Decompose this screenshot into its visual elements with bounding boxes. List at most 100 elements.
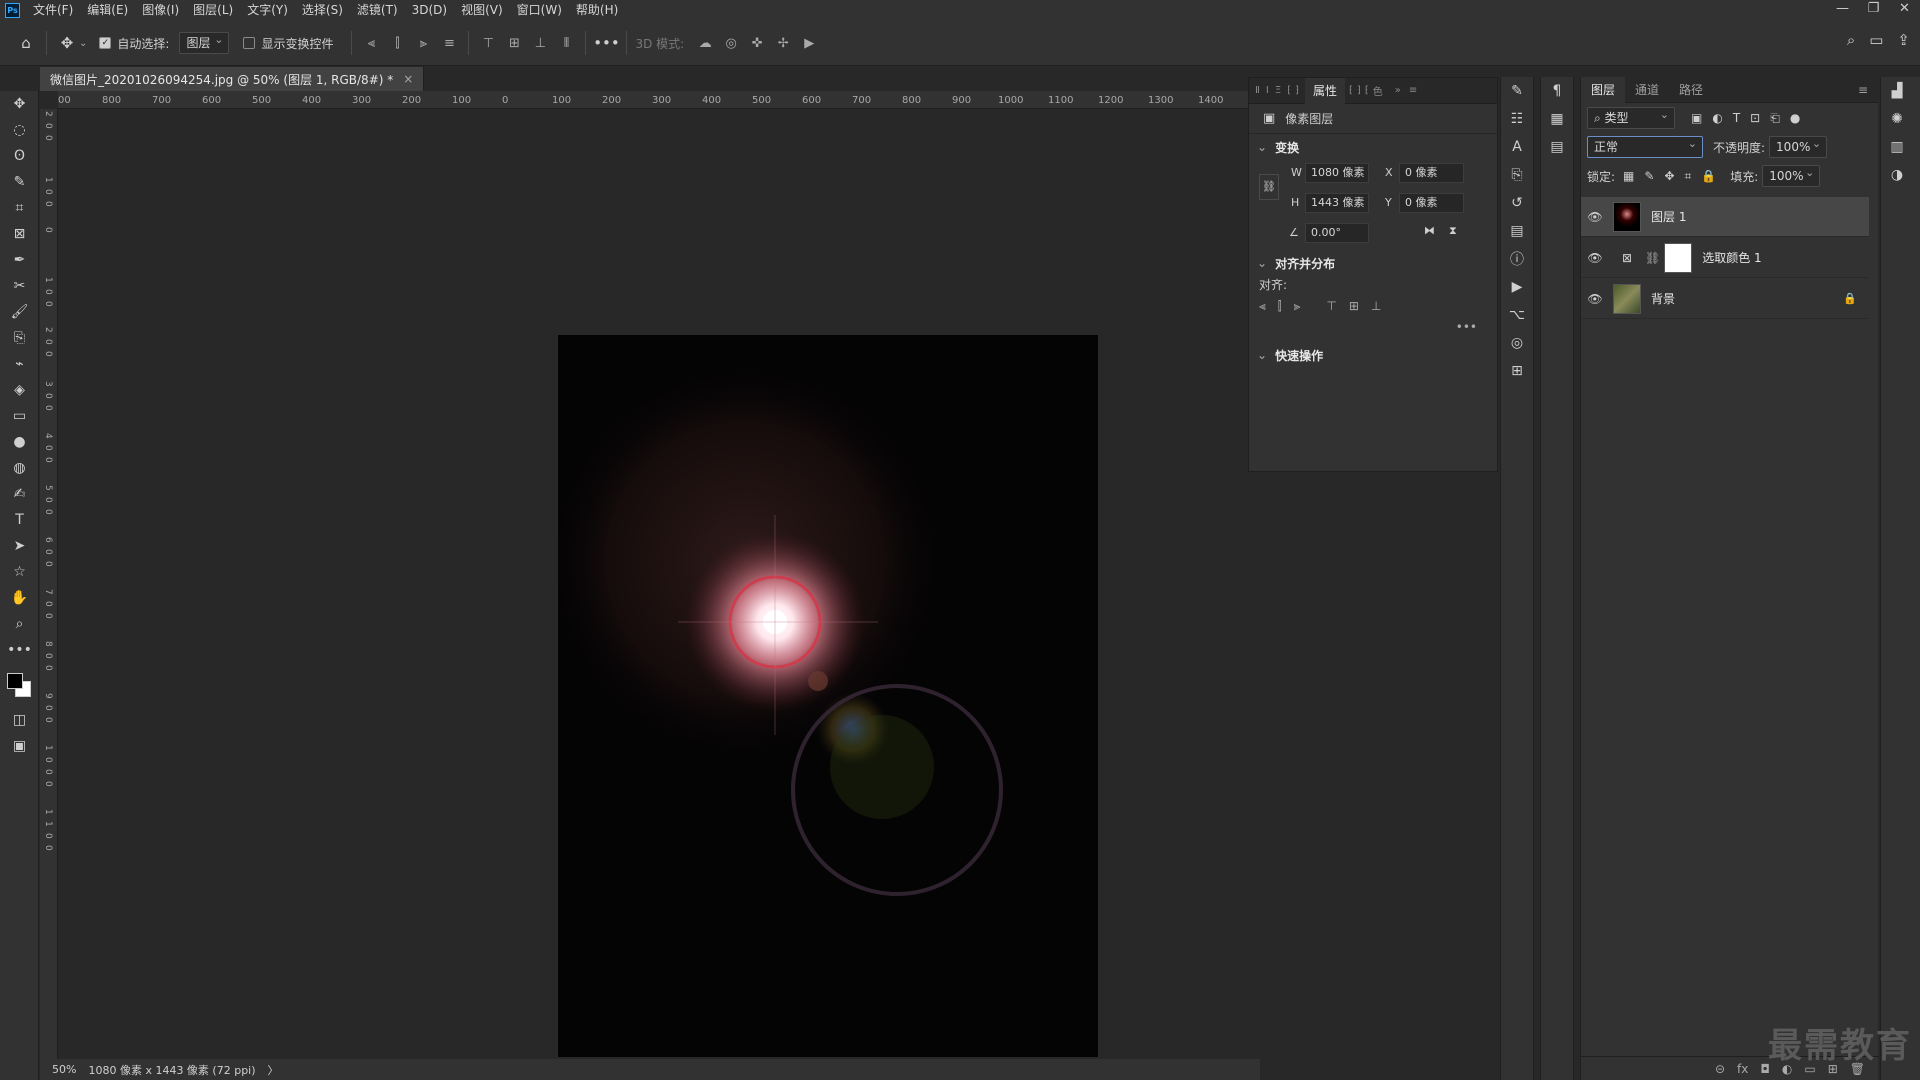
path-select-tool[interactable]: ➤	[0, 533, 39, 559]
blend-mode-dropdown[interactable]: 正常	[1587, 134, 1703, 158]
history-icon[interactable]: ↺	[1501, 189, 1533, 217]
actions-icon[interactable]: ▶	[1501, 273, 1533, 301]
pixel-filter-icon[interactable]: ▣	[1691, 111, 1702, 126]
chevron-right-icon[interactable]: 〉	[268, 1062, 279, 1078]
frame-tool[interactable]: ⊠	[0, 221, 39, 247]
minimize-button[interactable]: —	[1827, 0, 1858, 21]
fill-input[interactable]: 100%	[1762, 163, 1821, 187]
search-icon[interactable]: ⌕	[1847, 31, 1855, 49]
history-brush-tool[interactable]: ⌁	[0, 351, 39, 377]
align-top-icon[interactable]: ⊤	[477, 32, 499, 54]
distribute-v-icon[interactable]: ⦀	[555, 32, 577, 54]
paths-icon[interactable]: ⌥	[1501, 301, 1533, 329]
menu-edit[interactable]: 编辑(E)	[80, 0, 135, 21]
home-icon[interactable]: ⌂	[14, 31, 38, 55]
move-tool-icon[interactable]: ✥	[55, 31, 79, 55]
align-bottom-icon[interactable]: ⊥	[1371, 299, 1381, 314]
menu-select[interactable]: 选择(S)	[295, 0, 350, 21]
close-window-button[interactable]: ✕	[1889, 0, 1920, 21]
transform-section-header[interactable]: ⌄ 变换	[1249, 134, 1497, 160]
share-icon[interactable]: ⇪	[1897, 31, 1910, 49]
layer-name[interactable]: 选取颜色 1	[1702, 249, 1761, 266]
align-left-icon[interactable]: ⫷	[1259, 299, 1266, 314]
align-hcenter-icon[interactable]: ⫿	[386, 32, 408, 54]
width-input[interactable]: 1080 像素	[1305, 163, 1369, 183]
panel-tab-icon[interactable]: Ξ	[1275, 85, 1281, 96]
x-input[interactable]: 0 像素	[1399, 163, 1464, 183]
lock-pixels-icon[interactable]: ✎	[1644, 169, 1654, 184]
smart-filter-icon[interactable]: ⎗	[1770, 111, 1780, 126]
tab-properties[interactable]: 属性	[1305, 77, 1346, 104]
chevron-down-icon[interactable]: ⌄	[79, 38, 87, 49]
marquee-tool[interactable]: ◌	[0, 117, 39, 143]
zoom-tool[interactable]: ⌕	[0, 611, 39, 637]
dodge-tool[interactable]: ◍	[0, 455, 39, 481]
eye-icon[interactable]: 👁	[1581, 251, 1609, 265]
more-options-icon[interactable]: •••	[593, 31, 620, 55]
document-canvas[interactable]	[558, 335, 1098, 1057]
auto-select-dropdown[interactable]: 图层	[179, 30, 230, 54]
layer-name[interactable]: 图层 1	[1651, 208, 1686, 225]
pan-3d-icon[interactable]: ✜	[746, 32, 768, 54]
brush-settings-icon[interactable]: ✎	[1501, 77, 1533, 105]
menu-filter[interactable]: 滤镜(T)	[350, 0, 405, 21]
auto-select-checkbox[interactable]: ✓	[99, 37, 112, 49]
align-vcenter-icon[interactable]: ⊞	[1349, 299, 1359, 314]
align-section-header[interactable]: ⌄ 对齐并分布	[1249, 250, 1497, 276]
healing-tool[interactable]: ✂	[0, 273, 39, 299]
angle-input[interactable]: 0.00°	[1305, 223, 1369, 243]
quick-select-tool[interactable]: ✎	[0, 169, 39, 195]
gradient-tool[interactable]: ▭	[0, 403, 39, 429]
link-icon[interactable]: ⛓	[1259, 174, 1279, 200]
show-transform-checkbox[interactable]	[243, 37, 256, 49]
clone-source-icon[interactable]: ⎘	[1501, 161, 1533, 189]
flip-horizontal-icon[interactable]: ⧓	[1424, 224, 1435, 237]
foreground-color[interactable]	[7, 673, 23, 689]
expand-icon[interactable]: »	[1395, 85, 1401, 96]
lock-icon[interactable]: 🔒	[1843, 292, 1857, 305]
flip-vertical-icon[interactable]: ⧗	[1449, 224, 1457, 238]
workspace-icon[interactable]: ▭	[1869, 31, 1883, 49]
menu-type[interactable]: 文字(Y)	[240, 0, 295, 21]
link-layers-icon[interactable]: ⊝	[1715, 1062, 1725, 1076]
character-icon[interactable]: A	[1501, 133, 1533, 161]
layer-row-layer1[interactable]: 👁 图层 1	[1581, 197, 1869, 237]
shape-filter-icon[interactable]: ⊡	[1750, 111, 1760, 126]
panel-tab-icon[interactable]: Ⅱ	[1255, 85, 1260, 96]
tab-channels[interactable]: 通道	[1625, 77, 1669, 103]
menu-3d[interactable]: 3D(D)	[405, 0, 454, 21]
menu-window[interactable]: 窗口(W)	[510, 0, 569, 21]
eraser-tool[interactable]: ◈	[0, 377, 39, 403]
layer-filter-dropdown[interactable]: ⌕ 类型	[1587, 105, 1675, 129]
quick-actions-header[interactable]: ⌄ 快速操作	[1249, 342, 1497, 368]
menu-help[interactable]: 帮助(H)	[569, 0, 625, 21]
menu-image[interactable]: 图像(I)	[135, 0, 186, 21]
stamp-tool[interactable]: ⎘	[0, 325, 39, 351]
notes-icon[interactable]: ▤	[1541, 133, 1573, 161]
fx-icon[interactable]: fx	[1737, 1062, 1748, 1076]
menu-layer[interactable]: 图层(L)	[186, 0, 240, 21]
layer-row-selective-color[interactable]: 👁 ⊠ ⛓ 选取颜色 1	[1581, 238, 1869, 278]
screen-mode-icon[interactable]: ▣	[0, 733, 39, 759]
shape-tool[interactable]: ☆	[0, 559, 39, 585]
menu-file[interactable]: 文件(F)	[26, 0, 80, 21]
edit-toolbar[interactable]: •••	[0, 637, 39, 663]
align-right-icon[interactable]: ⫸	[412, 32, 434, 54]
info-icon[interactable]: ⓘ	[1501, 245, 1533, 273]
lock-transparent-icon[interactable]: ▦	[1623, 169, 1634, 184]
panel-tab-icon[interactable]: ⁆	[1357, 85, 1361, 96]
type-tool[interactable]: T	[0, 507, 39, 533]
align-bottom-icon[interactable]: ⊥	[529, 32, 551, 54]
y-input[interactable]: 0 像素	[1399, 193, 1464, 213]
layer-name[interactable]: 背景	[1651, 290, 1675, 307]
more-options-icon[interactable]: •••	[1249, 320, 1497, 334]
blur-tool[interactable]: ●	[0, 429, 39, 455]
panel-tab-icon[interactable]: Ⅰ	[1266, 85, 1269, 96]
libraries-icon[interactable]: ▤	[1501, 217, 1533, 245]
table-icon[interactable]: ⊞	[1501, 357, 1533, 385]
type-filter-icon[interactable]: T	[1733, 111, 1740, 126]
layer-row-background[interactable]: 👁 背景 🔒	[1581, 279, 1869, 319]
lock-position-icon[interactable]: ✥	[1664, 169, 1674, 184]
restore-button[interactable]: ❐	[1858, 0, 1889, 21]
panel-tab-icon[interactable]: 色	[1373, 83, 1383, 98]
